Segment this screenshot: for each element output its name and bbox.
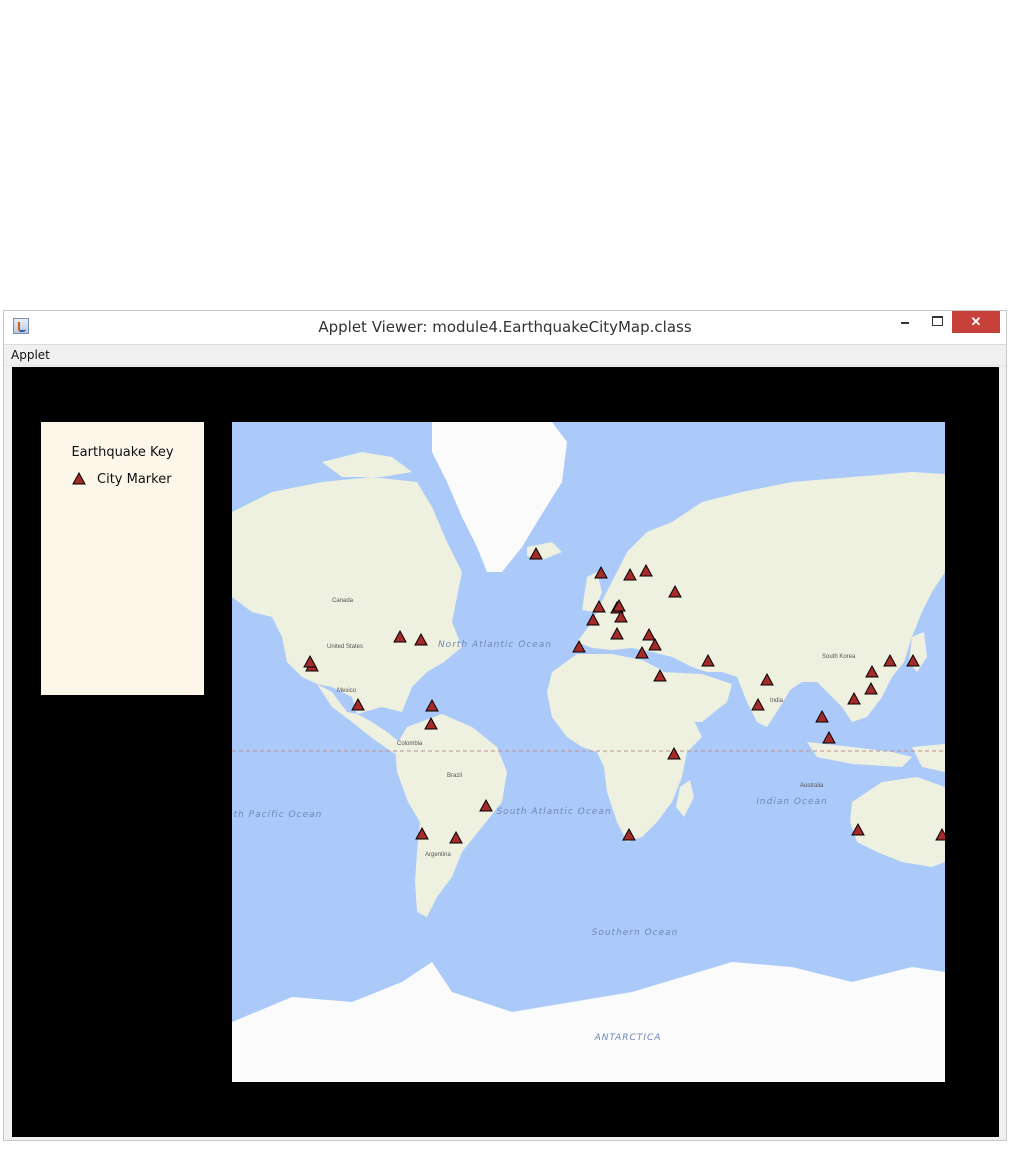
country-label: South Korea <box>822 654 856 660</box>
country-label: Colombia <box>397 741 423 747</box>
title-bar[interactable]: Applet Viewer: module4.EarthquakeCityMap… <box>4 311 1006 344</box>
close-button[interactable]: ✕ <box>952 311 1000 333</box>
ocean-label: South Atlantic Ocean <box>496 807 611 817</box>
country-label: Canada <box>332 598 354 604</box>
country-label: India <box>770 698 784 704</box>
menu-applet[interactable]: Applet <box>11 348 50 362</box>
country-label: United States <box>327 644 363 650</box>
window-title: Applet Viewer: module4.EarthquakeCityMap… <box>318 318 692 336</box>
applet-canvas[interactable]: Earthquake Key City Marker North Atlanti… <box>12 367 999 1137</box>
maximize-button[interactable] <box>922 311 952 334</box>
key-marker-label: City Marker <box>97 472 172 487</box>
key-title: Earthquake Key <box>71 445 174 460</box>
applet-window: Applet Viewer: module4.EarthquakeCityMap… <box>3 310 1007 1141</box>
ocean-label: Indian Ocean <box>756 797 827 807</box>
minimize-button[interactable] <box>890 311 920 334</box>
ocean-label: Southern Ocean <box>592 928 679 938</box>
menu-bar: Applet <box>4 344 1006 366</box>
country-label: Brazil <box>447 773 462 779</box>
country-label: Australia <box>800 783 824 789</box>
ocean-label: South Pacific Ocean <box>232 810 322 820</box>
earthquake-key: Earthquake Key City Marker <box>41 422 204 695</box>
map-svg[interactable]: North Atlantic Ocean South Atlantic Ocea… <box>232 422 945 1082</box>
country-label: Mexico <box>337 688 357 694</box>
ocean-label: North Atlantic Ocean <box>438 640 552 650</box>
continent-label: ANTARCTICA <box>594 1033 662 1043</box>
world-map[interactable]: North Atlantic Ocean South Atlantic Ocea… <box>232 422 945 1082</box>
country-label: Argentina <box>425 852 451 858</box>
city-marker-icon <box>72 472 86 485</box>
